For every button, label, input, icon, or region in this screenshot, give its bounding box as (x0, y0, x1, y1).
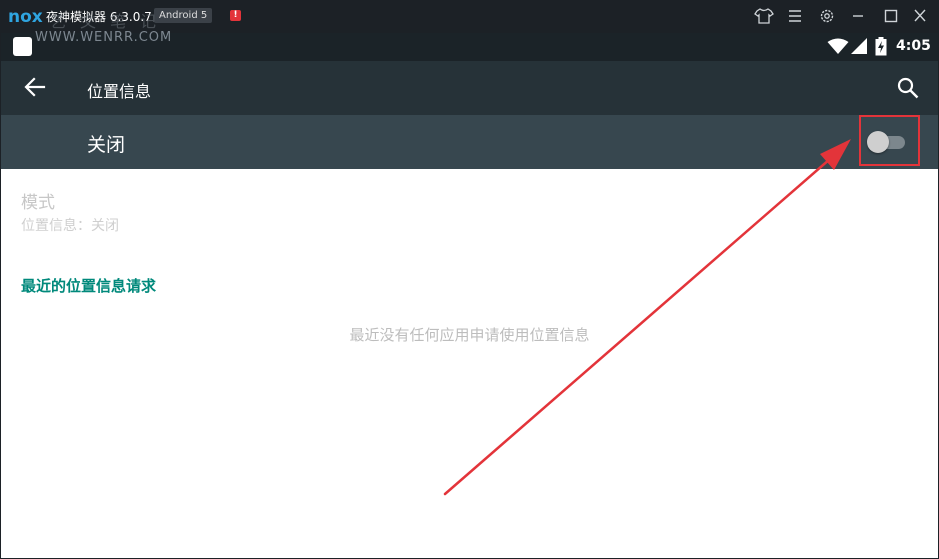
mode-summary: 位置信息：关闭 (21, 218, 119, 234)
switch-bar-label: 关闭 (87, 134, 126, 156)
minimize-icon[interactable] (847, 6, 869, 26)
shirt-icon[interactable] (753, 6, 775, 26)
annotation-highlight-box (859, 115, 920, 166)
recent-requests-header: 最近的位置信息请求 (21, 277, 157, 295)
signal-icon (851, 38, 867, 54)
status-clock: 4:05 (896, 38, 931, 54)
search-icon[interactable] (896, 76, 920, 100)
menu-icon[interactable] (784, 6, 806, 26)
maximize-icon[interactable] (880, 6, 902, 26)
recent-requests-empty-text: 最近没有任何应用申请使用位置信息 (349, 326, 590, 344)
close-icon[interactable] (909, 6, 931, 26)
location-switch-bar[interactable] (0, 115, 939, 169)
settings-icon[interactable] (816, 6, 838, 26)
mode-title: 模式 (21, 193, 55, 213)
watermark-url: WWW.WENRR.COM (35, 30, 173, 45)
arrow-back-icon[interactable] (22, 74, 48, 100)
watermark-cn: 艺文笔记 (50, 12, 171, 31)
nox-logo: nox (8, 7, 43, 27)
notification-icon (13, 37, 32, 56)
page-title: 位置信息 (87, 82, 152, 101)
alert-badge[interactable]: ! (230, 10, 241, 21)
wifi-icon (827, 38, 849, 54)
battery-charging-icon (875, 37, 887, 56)
